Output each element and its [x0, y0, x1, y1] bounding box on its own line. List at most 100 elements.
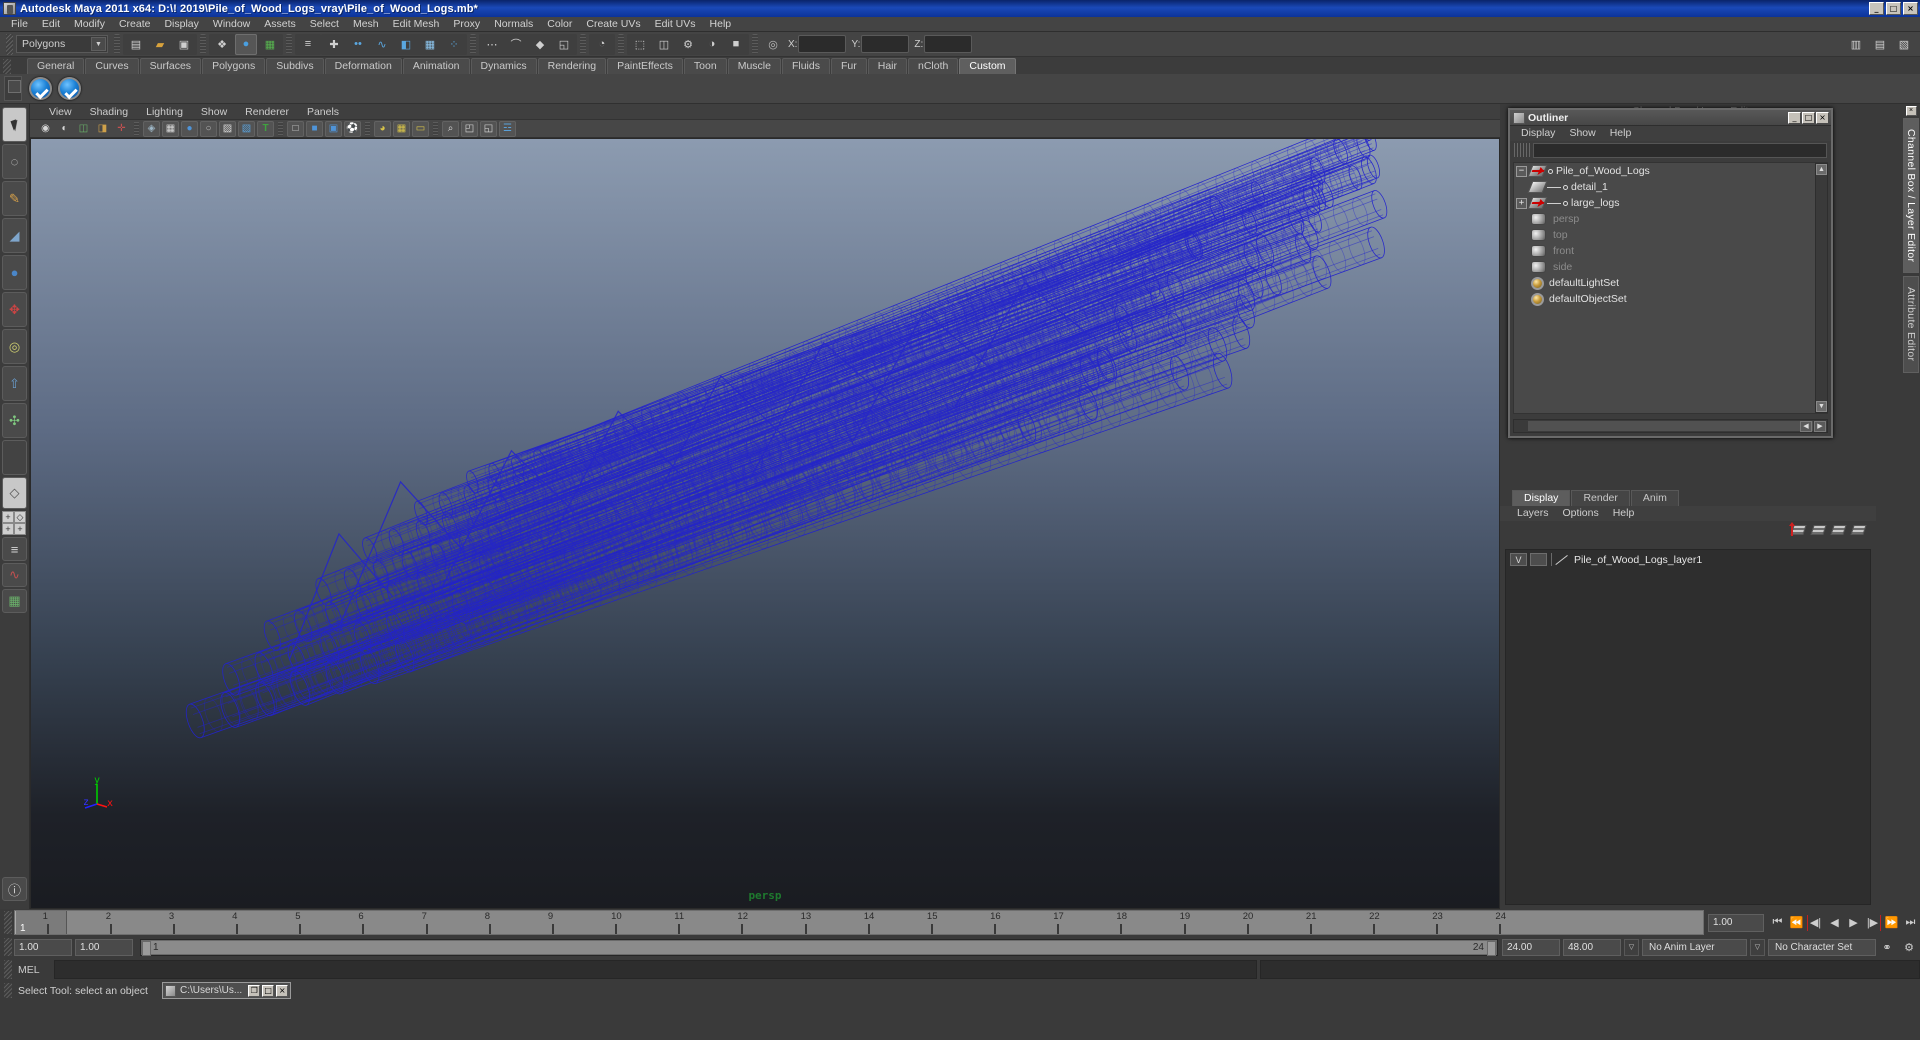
vertex-mask-icon[interactable]: ✚: [323, 34, 345, 55]
panel-zoom-icon[interactable]: ⌕: [442, 120, 459, 137]
layer-name[interactable]: Pile_of_Wood_Logs_layer1: [1574, 554, 1702, 566]
construction-history-icon[interactable]: ◔: [591, 34, 613, 55]
snap-to-view-plane-icon[interactable]: ◱: [553, 34, 575, 55]
coord-x-input[interactable]: [798, 35, 847, 53]
tab-display[interactable]: Display: [1512, 490, 1571, 506]
menu-help[interactable]: Help: [703, 17, 739, 32]
shelf-tab-muscle[interactable]: Muscle: [727, 58, 781, 74]
command-response-field[interactable]: [1260, 960, 1920, 979]
anim-layer-dropdown-icon[interactable]: ▽: [1624, 938, 1639, 956]
menu-display[interactable]: Display: [157, 17, 205, 32]
outliner-filter-icon[interactable]: [1514, 143, 1530, 157]
vertical-tab-channel-box-layer-editor[interactable]: Channel Box / Layer Editor: [1903, 118, 1919, 274]
snap-to-grid-icon[interactable]: ⋯: [481, 34, 503, 55]
flat-shade-icon[interactable]: ○: [200, 120, 217, 137]
menu-normals[interactable]: Normals: [487, 17, 540, 32]
select-by-object-type-icon[interactable]: ●: [235, 33, 257, 55]
grid-display-icon[interactable]: ▦: [393, 120, 410, 137]
shelf-tab-deformation[interactable]: Deformation: [324, 58, 402, 74]
auto-key-icon[interactable]: ⚭: [1876, 938, 1898, 956]
smooth-shade-all-icon[interactable]: ▦: [162, 120, 179, 137]
outliner-item-default-object-set[interactable]: defaultObjectSet: [1514, 291, 1827, 307]
select-camera-icon[interactable]: ◉: [37, 121, 54, 137]
select-tool[interactable]: [2, 107, 27, 142]
menu-window[interactable]: Window: [206, 17, 257, 32]
taskbar-close-button[interactable]: ×: [276, 984, 289, 997]
shelf-tab-painteffects[interactable]: PaintEffects: [607, 58, 683, 74]
toolbar-divider-7[interactable]: [752, 34, 758, 54]
hypershade-persp-layout[interactable]: ▦: [2, 589, 27, 613]
hscroll-thumb[interactable]: [1528, 421, 1813, 431]
window-close-button[interactable]: ×: [1903, 2, 1918, 15]
chevron-down-icon[interactable]: ▼: [91, 37, 106, 51]
edge-mask-icon[interactable]: ••: [347, 34, 369, 55]
render-current-frame-icon[interactable]: ⬚: [629, 34, 651, 55]
two-d-pan-zoom-icon[interactable]: ✛: [113, 121, 130, 137]
viewport-icon-divider-2[interactable]: [278, 121, 283, 136]
playback-start-time-field[interactable]: 1.00: [75, 938, 133, 956]
new-layer-from-selected-icon[interactable]: [1810, 524, 1828, 540]
show-hide-channel-box-icon[interactable]: ▥: [1845, 34, 1867, 55]
current-time-field[interactable]: 1.00: [1708, 913, 1764, 932]
command-line-input[interactable]: [54, 960, 1257, 979]
image-plane-icon[interactable]: ◨: [94, 121, 111, 137]
outliner-item-top[interactable]: top: [1514, 227, 1827, 243]
outliner-menu-display[interactable]: Display: [1514, 126, 1562, 141]
component-mask-icon[interactable]: ≡: [297, 34, 319, 55]
rotate-tool[interactable]: ◎: [2, 329, 27, 364]
toolbar-divider-5[interactable]: [580, 34, 586, 54]
step-back-keyframe-button[interactable]: ⏪: [1787, 913, 1806, 933]
menu-proxy[interactable]: Proxy: [446, 17, 487, 32]
outliner-item-pile-of-wood-logs[interactable]: − Pile_of_Wood_Logs: [1514, 163, 1827, 179]
outliner-tree-list[interactable]: − Pile_of_Wood_Logs detail_1 + large_log…: [1513, 162, 1828, 414]
range-slider-track[interactable]: 1 24: [140, 938, 1498, 956]
outliner-maximize-button[interactable]: □: [1802, 111, 1815, 124]
use-default-lighting-icon[interactable]: T: [257, 120, 274, 137]
curve-mask-icon[interactable]: ∿: [371, 34, 393, 55]
layer-menu-help[interactable]: Help: [1606, 506, 1642, 521]
playback-end-time-field[interactable]: 24.00: [1502, 938, 1560, 956]
particle-mask-icon[interactable]: ⁘: [443, 34, 465, 55]
xray-joints-icon[interactable]: ■: [306, 120, 323, 137]
hypershade-icon[interactable]: ◑: [701, 34, 723, 55]
layer-color-swatch-icon[interactable]: [1556, 553, 1569, 566]
viewport-icon-divider-4[interactable]: [433, 121, 438, 136]
shelf-tab-toon[interactable]: Toon: [683, 58, 727, 74]
toolbar-divider-6[interactable]: [618, 34, 624, 54]
layer-playback-toggle[interactable]: [1530, 553, 1547, 566]
high-quality-render-icon[interactable]: ⚽: [344, 120, 361, 137]
layer-menu-options[interactable]: Options: [1556, 506, 1606, 521]
outliner-search-input[interactable]: [1533, 142, 1827, 158]
viewport-icon-divider-3[interactable]: [365, 121, 370, 136]
coord-y-input[interactable]: [861, 35, 910, 53]
face-mask-icon[interactable]: ◧: [395, 34, 417, 55]
time-slider-gripper[interactable]: [4, 911, 12, 934]
outliner-item-front[interactable]: front: [1514, 243, 1827, 259]
outliner-item-large-logs[interactable]: + large_logs: [1514, 195, 1827, 211]
taskbar-restore-button[interactable]: ❐: [248, 984, 261, 997]
single-perspective-view-layout[interactable]: ◇: [2, 477, 27, 509]
statusline-gripper[interactable]: [6, 33, 13, 55]
menu-color[interactable]: Color: [540, 17, 579, 32]
open-scene-icon[interactable]: ▰: [149, 34, 171, 55]
window-controls[interactable]: _ □ ×: [1869, 2, 1918, 15]
go-to-end-button[interactable]: ⏭: [1901, 913, 1920, 933]
outliner-menu-help[interactable]: Help: [1603, 126, 1639, 141]
outliner-item-detail-1[interactable]: detail_1: [1514, 179, 1827, 195]
shaded-wireframe-icon[interactable]: ▨: [219, 120, 236, 137]
scroll-down-icon[interactable]: ▼: [1816, 401, 1827, 412]
shelf-tab-surfaces[interactable]: Surfaces: [139, 58, 202, 74]
show-hide-layer-editor-icon[interactable]: ▤: [1869, 34, 1891, 55]
outliner-item-side[interactable]: side: [1514, 259, 1827, 275]
shelf-tab-dynamics[interactable]: Dynamics: [470, 58, 537, 74]
range-bar[interactable]: 1 24: [141, 939, 1497, 956]
panel-share-icon[interactable]: ☲: [499, 120, 516, 137]
animation-preferences-icon[interactable]: ⚙: [1898, 938, 1920, 956]
range-slider-gripper[interactable]: [4, 938, 12, 956]
shelf-tab-polygons[interactable]: Polygons: [202, 58, 266, 74]
menu-create-uvs[interactable]: Create UVs: [579, 17, 647, 32]
tab-anim[interactable]: Anim: [1630, 490, 1679, 506]
uv-mask-icon[interactable]: ▦: [419, 34, 441, 55]
outliner-close-button[interactable]: ×: [1816, 111, 1829, 124]
menu-mesh[interactable]: Mesh: [346, 17, 386, 32]
